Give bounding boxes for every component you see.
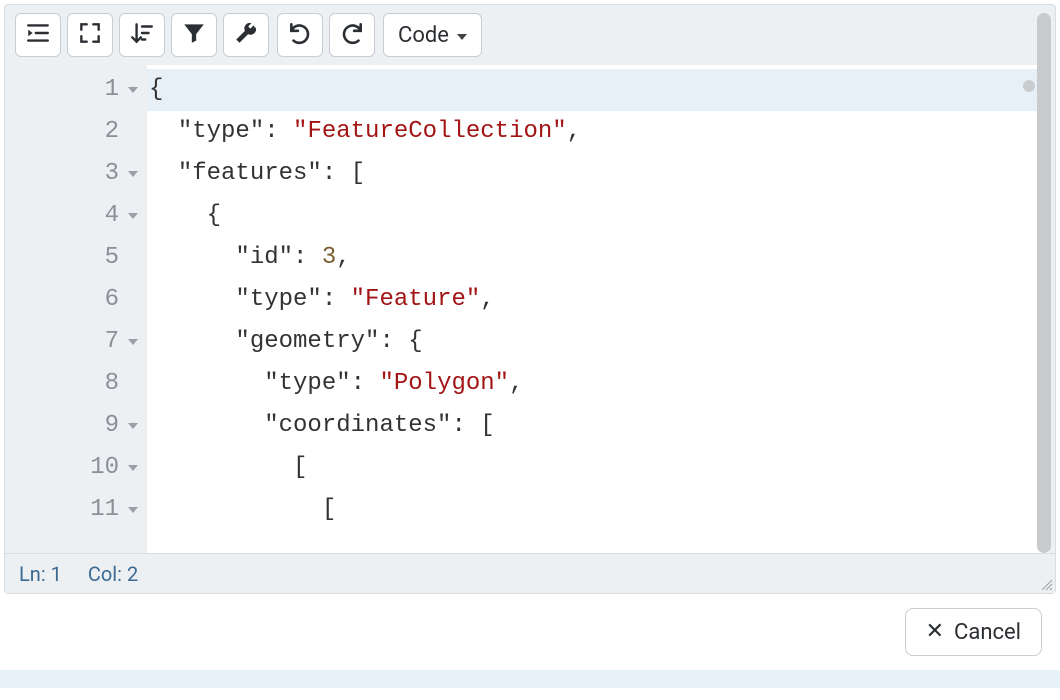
compact-button[interactable] [67,13,113,57]
line-number[interactable]: 5 [11,237,147,279]
undo-icon [287,20,313,50]
line-number[interactable]: 4 [11,195,147,237]
line-number[interactable]: 3 [11,153,147,195]
cancel-button[interactable]: ✕ Cancel [905,608,1042,656]
toolbar-group-1 [15,13,269,57]
code-line[interactable]: "type": "Feature", [147,279,1049,321]
redo-icon [339,20,365,50]
editor-body: 1234567891011 { "type": "FeatureCollecti… [11,65,1049,553]
code-line[interactable]: [ [147,447,1049,489]
code-line[interactable]: "type": "Polygon", [147,363,1049,405]
code-line[interactable]: [ [147,489,1049,531]
bottom-strip [0,670,1060,688]
line-number[interactable]: 11 [11,489,147,531]
line-number[interactable]: 9 [11,405,147,447]
undo-button[interactable] [277,13,323,57]
toolbar-group-2 [277,13,375,57]
cancel-label: Cancel [954,620,1021,645]
sort-icon [129,20,155,50]
view-mode-label: Code [398,23,449,48]
line-gutter[interactable]: 1234567891011 [11,65,147,553]
view-mode-select[interactable]: Code [383,13,482,57]
code-line[interactable]: { [147,195,1049,237]
scrollbar-thumb[interactable] [1037,13,1051,553]
status-line: Ln: 1 [19,562,62,586]
filter-icon [181,20,207,50]
line-number[interactable]: 1 [11,69,147,111]
line-number[interactable]: 7 [11,321,147,363]
status-col: Col: 2 [88,562,138,586]
redo-button[interactable] [329,13,375,57]
status-bar: Ln: 1 Col: 2 [5,553,1055,593]
wrench-icon [233,20,259,50]
chevron-down-icon [457,34,467,40]
line-number[interactable]: 8 [11,363,147,405]
resize-handle[interactable] [1037,575,1053,591]
scrollbar[interactable] [1037,13,1051,553]
code-line[interactable]: "features": [ [147,153,1049,195]
code-line[interactable]: "coordinates": [ [147,405,1049,447]
close-icon: ✕ [926,621,944,643]
sort-button[interactable] [119,13,165,57]
code-line[interactable]: "type": "FeatureCollection", [147,111,1049,153]
tools-button[interactable] [223,13,269,57]
code-line[interactable]: "id": 3, [147,237,1049,279]
resize-icon [1037,576,1053,595]
line-number[interactable]: 10 [11,447,147,489]
code-area[interactable]: { "type": "FeatureCollection", "features… [147,65,1049,553]
format-button[interactable] [15,13,61,57]
code-line[interactable]: { [147,69,1049,111]
toolbar: Code [5,5,1055,65]
footer: ✕ Cancel [0,598,1060,666]
editor-panel: Code 1234567891011 { "type": "FeatureCol… [4,4,1056,594]
line-number[interactable]: 6 [11,279,147,321]
indent-icon [25,20,51,50]
breakpoint-indicator[interactable] [1023,80,1035,92]
code-line[interactable]: "geometry": { [147,321,1049,363]
filter-button[interactable] [171,13,217,57]
line-number[interactable]: 2 [11,111,147,153]
collapse-icon [77,20,103,50]
